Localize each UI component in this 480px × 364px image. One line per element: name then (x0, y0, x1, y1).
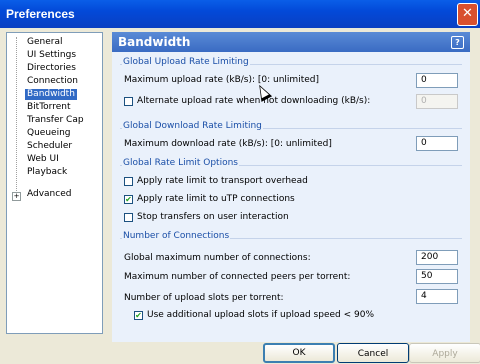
overhead-label: Apply rate limit to transport overhead (137, 176, 308, 186)
peers-per-torrent-input[interactable]: 50 (416, 269, 458, 284)
tree-item-transfer-cap[interactable]: Transfer Cap (25, 115, 86, 126)
window-title: Preferences (6, 7, 75, 21)
apply-button[interactable]: Apply (409, 343, 480, 363)
alt-upload-input[interactable]: 0 (416, 94, 458, 109)
connections-group: Number of Connections Global maximum num… (120, 231, 462, 324)
alt-upload-checkbox[interactable] (124, 97, 133, 106)
tree-item-bittorrent[interactable]: BitTorrent (25, 102, 73, 113)
max-upload-label: Maximum upload rate (kB/s): [0: unlimite… (124, 75, 319, 85)
stop-transfers-checkbox[interactable] (124, 213, 133, 222)
stop-transfers-label: Stop transfers on user interaction (137, 212, 289, 222)
cancel-button[interactable]: Cancel (337, 343, 409, 363)
ok-button[interactable]: OK (263, 343, 335, 363)
rate-options-group-title: Global Rate Limit Options (122, 158, 239, 168)
panel-header: Bandwidth ? (112, 32, 470, 52)
extra-slots-label: Use additional upload slots if upload sp… (147, 310, 375, 320)
tree-item-advanced[interactable]: Advanced (25, 189, 73, 200)
upload-group: Global Upload Rate Limiting Maximum uplo… (120, 57, 462, 115)
overhead-checkbox[interactable] (124, 177, 133, 186)
utp-label: Apply rate limit to uTP connections (137, 194, 295, 204)
tree-item-queueing[interactable]: Queueing (25, 128, 72, 139)
close-button[interactable]: ✕ (457, 3, 478, 26)
upload-slots-label: Number of upload slots per torrent: (124, 293, 284, 303)
download-group-title: Global Download Rate Limiting (122, 121, 263, 131)
tree-item-ui-settings[interactable]: UI Settings (25, 50, 78, 61)
connections-group-title: Number of Connections (122, 231, 231, 241)
peers-per-torrent-label: Maximum number of connected peers per to… (124, 272, 351, 282)
tree-item-scheduler[interactable]: Scheduler (25, 141, 74, 152)
tree-item-web-ui[interactable]: Web UI (25, 154, 61, 165)
tree-connector-line (16, 37, 17, 197)
title-bar: Preferences ✕ (0, 0, 480, 28)
tree-item-connection[interactable]: Connection (25, 76, 80, 87)
upload-group-title: Global Upload Rate Limiting (122, 57, 250, 67)
utp-checkbox[interactable]: ✔ (124, 195, 133, 204)
max-download-label: Maximum download rate (kB/s): [0: unlimi… (124, 139, 332, 149)
tree-item-bandwidth[interactable]: Bandwidth (25, 89, 77, 100)
tree-item-general[interactable]: General (25, 37, 64, 48)
panel-title: Bandwidth (118, 35, 191, 49)
bandwidth-panel: Bandwidth ? Global Upload Rate Limiting … (112, 32, 470, 342)
alt-upload-label: Alternate upload rate when not downloadi… (137, 96, 371, 106)
upload-slots-input[interactable]: 4 (416, 289, 458, 304)
download-group: Global Download Rate Limiting Maximum do… (120, 121, 462, 159)
help-icon[interactable]: ? (451, 36, 464, 49)
rate-options-group: Global Rate Limit Options Apply rate lim… (120, 158, 462, 226)
global-connections-label: Global maximum number of connections: (124, 253, 311, 263)
tree-item-playback[interactable]: Playback (25, 167, 69, 178)
expand-plus-icon[interactable]: + (12, 192, 21, 201)
extra-slots-checkbox[interactable]: ✔ (134, 311, 143, 320)
preferences-tree: General UI Settings Directories Connecti… (6, 32, 103, 334)
max-upload-input[interactable]: 0 (416, 73, 458, 88)
tree-item-directories[interactable]: Directories (25, 63, 78, 74)
global-connections-input[interactable]: 200 (416, 250, 458, 265)
max-download-input[interactable]: 0 (416, 136, 458, 151)
